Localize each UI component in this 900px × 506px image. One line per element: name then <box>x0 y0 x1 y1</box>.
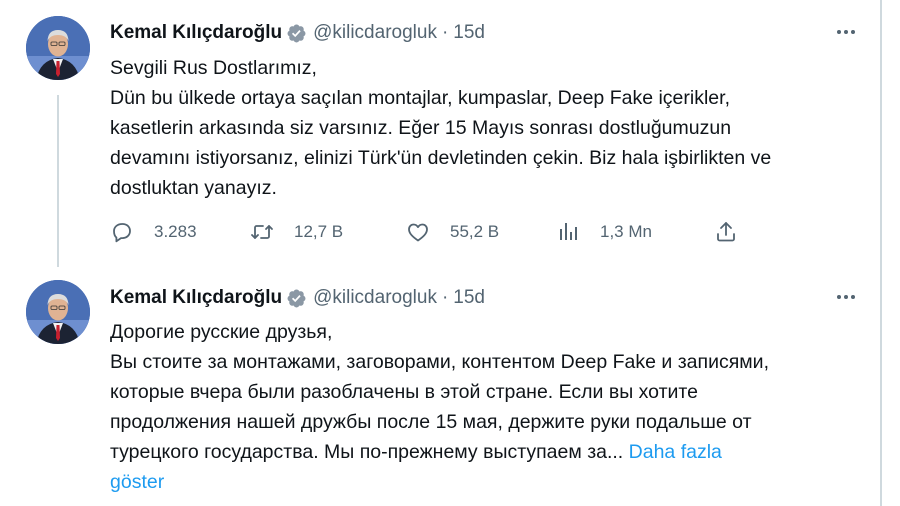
tweet-text-line: devamını istiyorsanız, elinizi Türk'ün d… <box>110 147 772 169</box>
tweet-text-line: Дорогие русские друзья, <box>110 321 333 343</box>
more-options-button[interactable] <box>834 22 858 42</box>
tweet-text-line: Вы стоите за монтажами, заговорами, конт… <box>110 351 769 373</box>
retweet-button[interactable]: 12,7 B <box>250 216 343 248</box>
tweet-text-line: dostluktan yanayız. <box>110 177 277 199</box>
retweet-count: 12,7 B <box>294 222 344 241</box>
like-button[interactable]: 55,2 B <box>406 216 499 248</box>
author-handle[interactable]: @kilicdarogluk <box>313 287 437 309</box>
tweet-actions: 3.283 12,7 B 55,2 B 1,3 Mn <box>110 216 750 248</box>
tweet-text: Дорогие русские друзья, Вы стоите за мон… <box>110 317 830 497</box>
timestamp[interactable]: 15d <box>453 22 485 44</box>
reply-icon <box>113 223 131 243</box>
views-icon <box>560 223 577 240</box>
show-more-link[interactable]: Daha fazla <box>629 441 722 463</box>
tweet-text-line: турецкого государства. Мы по-прежнему вы… <box>110 441 624 463</box>
tweet-text-line: которые вчера были разоблачены в этой ст… <box>110 381 698 403</box>
author-name[interactable]: Kemal Kılıçdaroğlu <box>110 22 282 44</box>
tweet-text: Sevgili Rus Dostlarımız, Dün bu ülkede o… <box>110 53 830 203</box>
author-name[interactable]: Kemal Kılıçdaroğlu <box>110 287 282 309</box>
reply-count: 3.283 <box>154 222 197 241</box>
verified-badge-icon <box>287 289 306 307</box>
verified-badge-icon <box>287 24 306 42</box>
separator-dot: · <box>441 22 449 43</box>
tweet-text-line: продолжения нашей дружбы после 15 мая, д… <box>110 411 752 433</box>
share-button[interactable] <box>714 216 758 248</box>
thread-connector-line <box>57 95 59 267</box>
reply-button[interactable]: 3.283 <box>110 216 197 248</box>
timestamp[interactable]: 15d <box>453 287 485 309</box>
separator-dot: · <box>441 287 449 308</box>
like-count: 55,2 B <box>450 222 500 241</box>
tweet-header: Kemal Kılıçdaroğlu @kilicdarogluk · 15d <box>110 18 485 48</box>
like-icon <box>408 223 428 242</box>
retweet-icon <box>251 225 273 239</box>
share-icon <box>717 222 735 242</box>
tweet-header: Kemal Kılıçdaroğlu @kilicdarogluk · 15d <box>110 283 485 313</box>
tweet-text-line-with-more: турецкого государства. Мы по-прежнему вы… <box>110 437 830 467</box>
views-count: 1,3 Mn <box>600 222 652 241</box>
tweet-text-line: Dün bu ülkede ortaya saçılan montajlar, … <box>110 87 730 109</box>
frame-border <box>880 0 882 506</box>
views-button[interactable]: 1,3 Mn <box>556 216 652 248</box>
avatar[interactable] <box>26 16 90 80</box>
show-more-link-continued[interactable]: göster <box>110 467 830 497</box>
more-options-icon <box>837 295 855 299</box>
tweet-text-line: kasetlerin arkasında siz varsınız. Eğer … <box>110 117 732 139</box>
more-options-icon <box>837 30 855 34</box>
avatar[interactable] <box>26 280 90 344</box>
author-handle[interactable]: @kilicdarogluk <box>313 22 437 44</box>
more-options-button[interactable] <box>834 287 858 307</box>
tweet-text-line: Sevgili Rus Dostlarımız, <box>110 57 317 79</box>
